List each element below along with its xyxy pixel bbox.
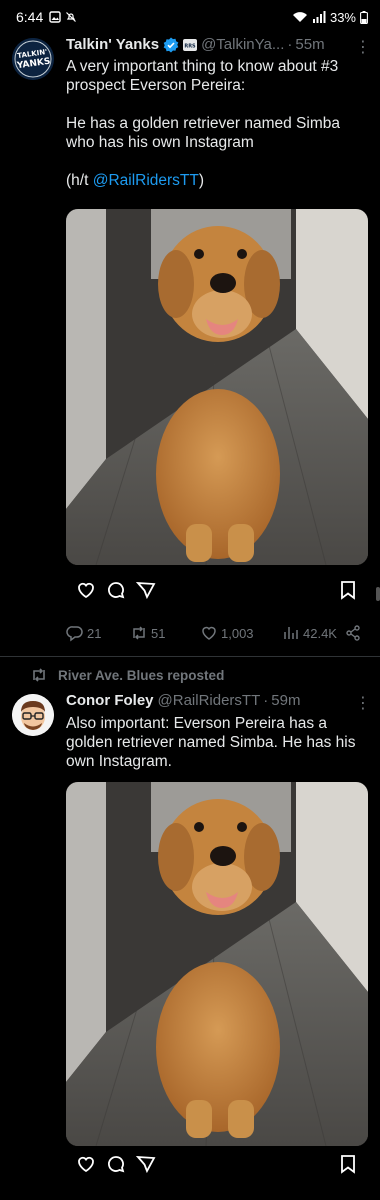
cartoon-avatar [12,694,54,736]
share-icon[interactable] [136,1154,156,1174]
golden-retriever-photo [66,782,368,1146]
separator-dot: · [263,692,269,709]
heart-icon[interactable] [76,1154,96,1174]
tweet-timestamp[interactable]: 59m [271,692,300,709]
author-name[interactable]: Conor Foley [66,692,154,709]
author-handle[interactable]: @RailRidersTT [158,692,261,709]
bookmark-icon[interactable] [338,1154,358,1174]
tweet-conor-foley[interactable]: Conor Foley @RailRidersTT · 59m ⋮ Also i… [0,0,380,1200]
tweet2-header: Conor Foley @RailRidersTT · 59m [66,692,366,709]
tweet2-photo[interactable] [66,782,368,1146]
tweet2-media-actions [76,1154,358,1174]
avatar-conor-foley[interactable] [12,694,54,736]
more-icon[interactable]: ⋮ [355,693,371,713]
comment-icon[interactable] [106,1154,126,1174]
tweet2-body: Also important: Everson Pereira has a go… [66,715,356,770]
